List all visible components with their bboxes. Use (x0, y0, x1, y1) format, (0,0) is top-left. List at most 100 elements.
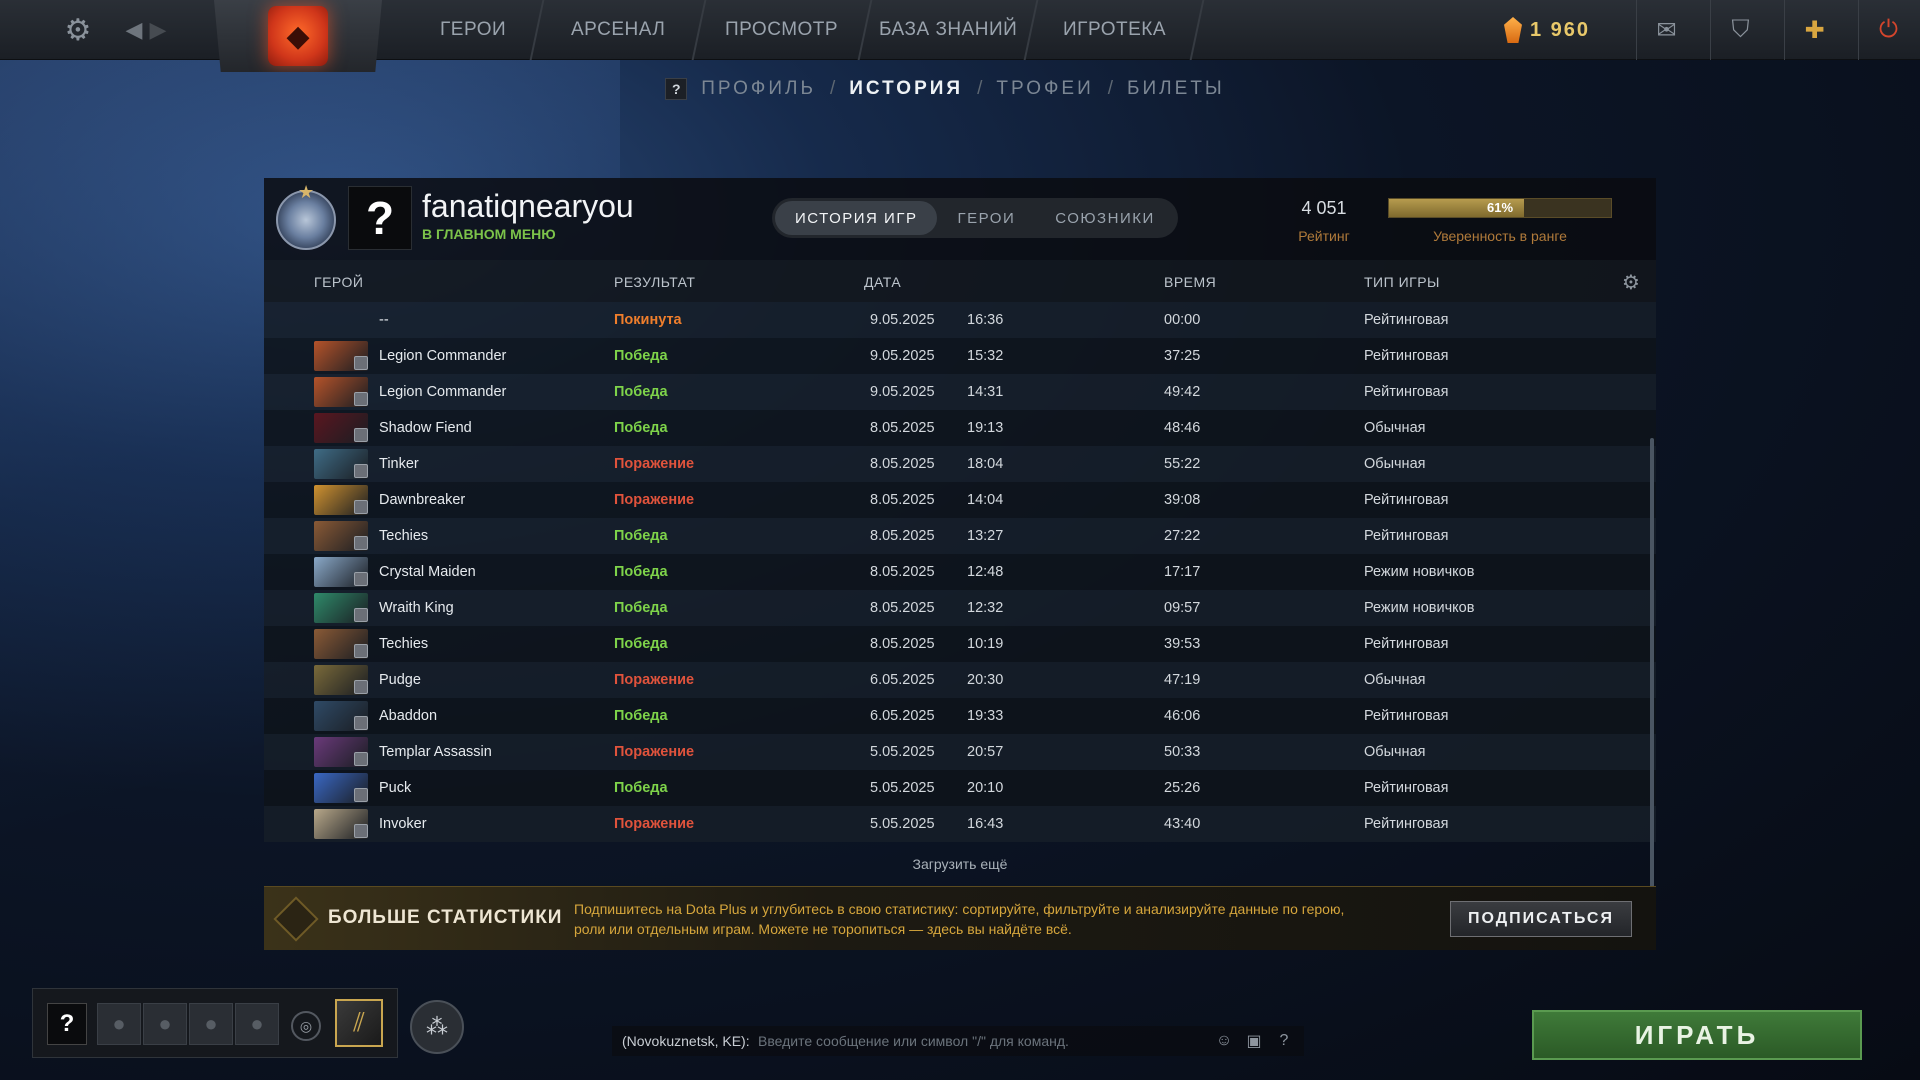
game-type: Рейтинговая (1364, 816, 1449, 832)
hero-name: Abaddon (379, 708, 438, 724)
party-slot-empty-icon[interactable]: ● (143, 1003, 187, 1045)
table-row[interactable]: Techies Победа 8.05.2025 13:27 27:22 Рей… (264, 518, 1656, 554)
match-date: 5.05.2025 (870, 744, 935, 760)
chat-input[interactable] (758, 1029, 1208, 1053)
match-start-time: 15:32 (967, 348, 1004, 364)
avatar[interactable]: ? (348, 186, 412, 250)
role-badge-icon (354, 680, 368, 694)
main-nav: ГЕРОИ АРСЕНАЛ ПРОСМОТР БАЗА ЗНАНИЙ ИГРОТ… (403, 0, 1205, 60)
table-row[interactable]: Invoker Поражение 5.05.2025 16:43 43:40 … (264, 806, 1656, 842)
match-start-time: 18:04 (967, 456, 1004, 472)
table-row[interactable]: Techies Победа 8.05.2025 10:19 39:53 Рей… (264, 626, 1656, 662)
voice-headset-icon[interactable]: ◎ (291, 1011, 321, 1041)
table-settings-gear-icon[interactable]: ⚙ (1622, 270, 1640, 295)
party-rank-icon[interactable]: ⫽ (335, 999, 383, 1047)
match-list: -- Покинута 9.05.2025 16:36 00:00 Рейтин… (264, 302, 1656, 842)
nav-heroes[interactable]: ГЕРОИ (403, 0, 545, 60)
rank-confidence-percent: 61% (1486, 200, 1514, 215)
play-button[interactable]: ИГРАТЬ (1532, 1010, 1862, 1060)
rating-label: Рейтинг (1298, 228, 1350, 244)
tab-heroes[interactable]: ГЕРОИ (937, 201, 1035, 235)
breadcrumb-separator: / (829, 78, 836, 99)
nav-watch[interactable]: ПРОСМОТР (693, 0, 873, 60)
friends-button-icon[interactable]: ⁂ (410, 1000, 464, 1054)
breadcrumb-separator: / (977, 78, 983, 99)
column-hero[interactable]: ГЕРОЙ (314, 274, 363, 290)
nav-knowledge-base[interactable]: БАЗА ЗНАНИЙ (859, 0, 1039, 60)
match-date: 8.05.2025 (870, 528, 935, 544)
tab-game-history[interactable]: ИСТОРИЯ ИГР (775, 201, 938, 235)
back-arrow-icon[interactable]: ◀ (120, 0, 148, 60)
rank-medal-icon[interactable] (276, 182, 336, 250)
tab-profile[interactable]: ПРОФИЛЬ (701, 78, 816, 100)
game-type: Обычная (1364, 456, 1426, 472)
table-row[interactable]: Abaddon Победа 6.05.2025 19:33 46:06 Рей… (264, 698, 1656, 734)
table-row[interactable]: Legion Commander Победа 9.05.2025 14:31 … (264, 374, 1656, 410)
dota-plus-icon (273, 896, 319, 942)
nav-arcade[interactable]: ИГРОТЕКА (1025, 0, 1205, 60)
hero-name: Templar Assassin (379, 744, 492, 760)
table-row[interactable]: Pudge Поражение 6.05.2025 20:30 47:19 Об… (264, 662, 1656, 698)
match-date: 8.05.2025 (870, 636, 935, 652)
player-status: В ГЛАВНОМ МЕНЮ (422, 226, 556, 242)
hero-name: Puck (379, 780, 412, 796)
match-result: Поражение (614, 744, 695, 760)
party-slot-empty-icon[interactable]: ● (189, 1003, 233, 1045)
shards-balance[interactable]: 1 960 (1504, 10, 1590, 50)
table-row[interactable]: Tinker Поражение 8.05.2025 18:04 55:22 О… (264, 446, 1656, 482)
armory-icon[interactable]: ⛉ (1710, 0, 1770, 60)
table-row[interactable]: Crystal Maiden Победа 8.05.2025 12:48 17… (264, 554, 1656, 590)
table-row[interactable]: Puck Победа 5.05.2025 20:10 25:26 Рейтин… (264, 770, 1656, 806)
table-row[interactable]: Shadow Fiend Победа 8.05.2025 19:13 48:4… (264, 410, 1656, 446)
column-duration[interactable]: ВРЕМЯ (1164, 274, 1216, 290)
column-date[interactable]: ДАТА (864, 274, 901, 290)
settings-gear-icon[interactable]: ⚙ (56, 0, 100, 60)
nav-arsenal[interactable]: АРСЕНАЛ (531, 0, 707, 60)
party-slot-empty-icon[interactable]: ● (235, 1003, 279, 1045)
match-result: Победа (614, 600, 668, 616)
party-slot-empty-icon[interactable]: ● (97, 1003, 141, 1045)
hero-name: Techies (379, 636, 429, 652)
match-date: 9.05.2025 (870, 384, 935, 400)
tab-history[interactable]: ИСТОРИЯ (849, 78, 963, 100)
chat-bar: (Novokuznetsk, KE): ☺ ▣ ? (612, 1026, 1304, 1056)
dota-logo-button[interactable]: ◆ (214, 0, 382, 72)
role-badge-icon (354, 752, 368, 766)
subscribe-button[interactable]: ПОДПИСАТЬСЯ (1450, 901, 1632, 937)
help-badge[interactable]: ? (665, 78, 688, 100)
power-icon[interactable]: ⏻ (1858, 0, 1918, 60)
chat-options-icon[interactable]: ▣ (1242, 1029, 1266, 1053)
match-history-panel: ? fanatiqnearyou В ГЛАВНОМ МЕНЮ ИСТОРИЯ … (264, 178, 1656, 950)
forward-arrow-icon[interactable]: ▶ (146, 0, 170, 60)
match-date: 5.05.2025 (870, 780, 935, 796)
match-duration: 09:57 (1164, 600, 1201, 616)
table-row[interactable]: Legion Commander Победа 9.05.2025 15:32 … (264, 338, 1656, 374)
load-more-link[interactable]: Загрузить ещё (264, 856, 1656, 872)
column-game-type[interactable]: ТИП ИГРЫ (1364, 274, 1440, 290)
column-result[interactable]: РЕЗУЛЬТАТ (614, 274, 695, 290)
tab-allies[interactable]: СОЮЗНИКИ (1035, 201, 1175, 235)
chat-channel-label[interactable]: (Novokuznetsk, KE): (622, 1033, 750, 1049)
match-start-time: 20:30 (967, 672, 1004, 688)
scrollbar[interactable] (1650, 438, 1654, 888)
match-start-time: 14:31 (967, 384, 1004, 400)
match-result: Победа (614, 384, 668, 400)
match-start-time: 16:43 (967, 816, 1004, 832)
table-row[interactable]: Wraith King Победа 8.05.2025 12:32 09:57… (264, 590, 1656, 626)
table-row[interactable]: Templar Assassin Поражение 5.05.2025 20:… (264, 734, 1656, 770)
mail-icon[interactable]: ✉ (1636, 0, 1696, 60)
emoji-icon[interactable]: ☺ (1212, 1029, 1236, 1053)
tab-tickets[interactable]: БИЛЕТЫ (1127, 78, 1225, 100)
dota-plus-icon[interactable]: ✚ (1784, 0, 1844, 60)
match-date: 9.05.2025 (870, 348, 935, 364)
chat-help-icon[interactable]: ? (1272, 1029, 1296, 1053)
role-badge-icon (354, 824, 368, 838)
hero-name: Legion Commander (379, 384, 507, 400)
party-leader-avatar[interactable]: ? (47, 1003, 87, 1045)
table-row[interactable]: -- Покинута 9.05.2025 16:36 00:00 Рейтин… (264, 302, 1656, 338)
shard-icon (1504, 17, 1522, 43)
match-duration: 48:46 (1164, 420, 1201, 436)
match-duration: 46:06 (1164, 708, 1201, 724)
table-row[interactable]: Dawnbreaker Поражение 8.05.2025 14:04 39… (264, 482, 1656, 518)
tab-trophies[interactable]: ТРОФЕИ (996, 78, 1093, 100)
